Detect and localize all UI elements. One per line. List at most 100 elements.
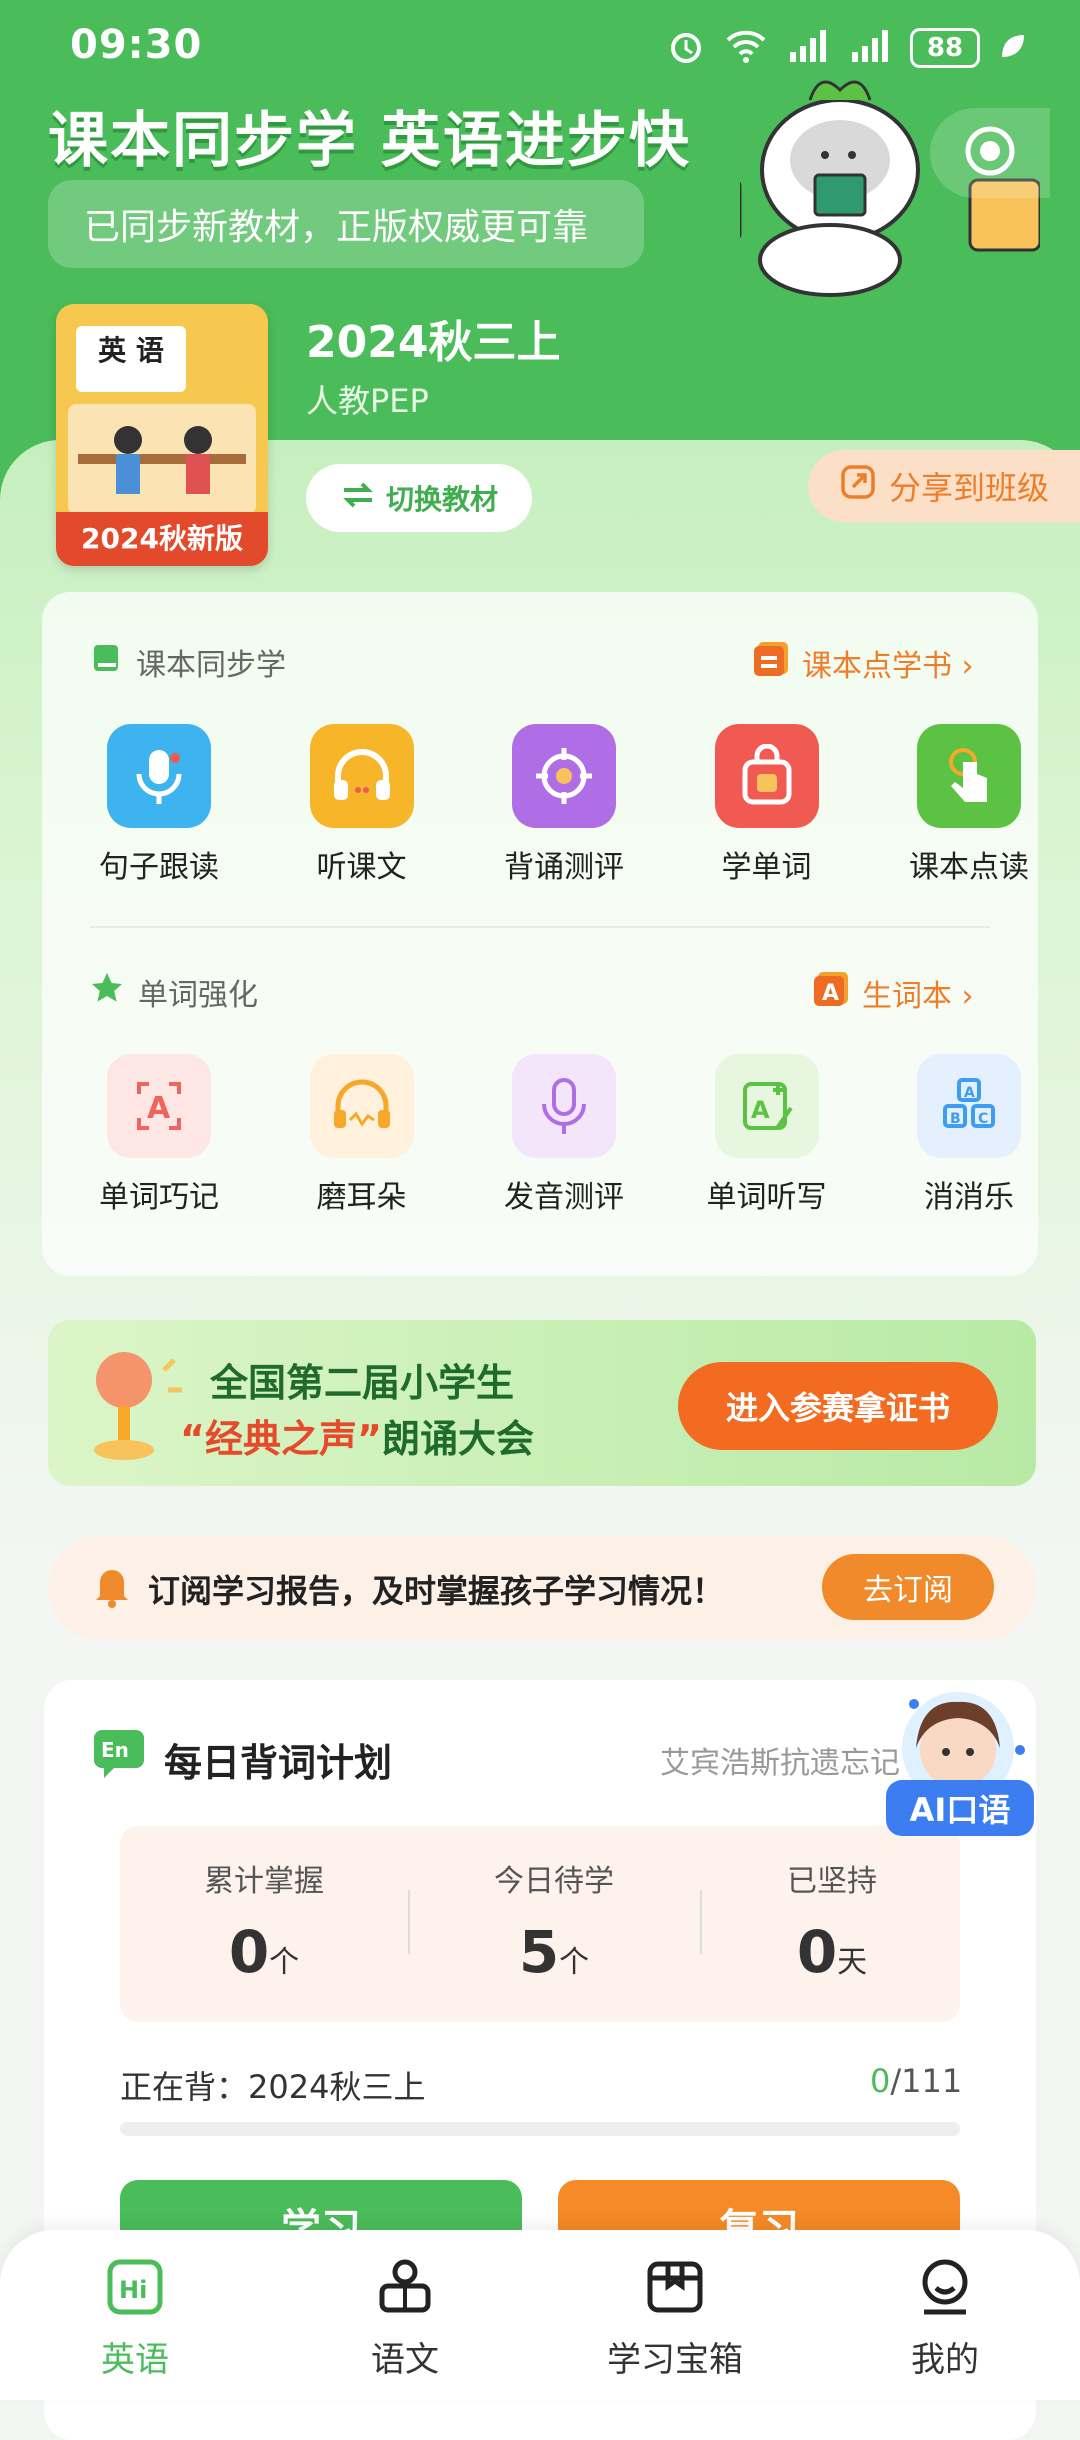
microphone-trophy-icon <box>64 1340 194 1474</box>
subtitle-pill: 已同步新教材，正版权威更可靠 <box>48 180 644 268</box>
nav-label: 学习宝箱 <box>607 2340 743 2380</box>
orange-book-icon <box>752 640 792 686</box>
banner-line-2-rest: 朗诵大会 <box>381 1417 534 1461</box>
nav-label: 英语 <box>101 2340 169 2380</box>
scan-icon <box>963 124 1017 182</box>
plan-title: 每日背词计划 <box>164 1741 393 1785</box>
stat-separator <box>700 1890 702 1954</box>
alarm-icon <box>666 26 706 70</box>
stat-separator <box>408 1890 410 1954</box>
en-chat-icon: En <box>90 1726 148 1784</box>
tile-match-game[interactable]: AB C 消消乐 <box>894 1054 1044 1216</box>
tile-ear-training[interactable]: 磨耳朵 <box>287 1054 437 1216</box>
svg-text:C: C <box>978 1111 988 1127</box>
stat-mastered: 累计掌握 0个 <box>144 1856 384 1986</box>
sync-grid: 句子跟读 听课文 背诵测评 学单词 课本点读 <box>84 724 1044 886</box>
progress-label: 正在背：2024秋三上 <box>120 2068 426 2106</box>
tile-label: 句子跟读 <box>99 850 219 885</box>
headline: 课本同步学 英语进步快 <box>48 106 691 176</box>
word-section-header: 单词强化 <box>90 970 258 1014</box>
tile-dictation[interactable]: A 单词听写 <box>692 1054 842 1216</box>
tap-finger-icon <box>917 724 1021 828</box>
cover-illustration <box>68 404 256 514</box>
swap-icon <box>340 480 376 517</box>
sync-section-title: 课本同步学 <box>136 648 286 683</box>
book-icon <box>90 642 122 682</box>
nav-chinese[interactable]: 语文 <box>305 2256 505 2381</box>
earphone-icon <box>309 1054 414 1158</box>
switch-textbook-label: 切换教材 <box>385 483 498 516</box>
new-words-link[interactable]: A 生词本 › <box>812 970 974 1016</box>
textbook-reader-link[interactable]: 课本点学书 › <box>752 640 974 686</box>
stat-value: 5 <box>518 1918 560 1986</box>
subscribe-button[interactable]: 去订阅 <box>822 1554 994 1620</box>
sync-section-header: 课本同步学 <box>90 640 286 684</box>
svg-text:A: A <box>147 1091 171 1126</box>
tile-label: 消消乐 <box>924 1180 1014 1215</box>
nav-treasure-box[interactable]: 学习宝箱 <box>575 2256 775 2381</box>
progress-total: /111 <box>890 2062 963 2100</box>
textbook-publisher: 人教PEP <box>306 382 429 420</box>
hi-book-icon: Hi <box>104 2256 166 2322</box>
svg-text:B: B <box>950 1111 961 1127</box>
tile-label: 发音测评 <box>504 1180 624 1215</box>
nav-profile[interactable]: 我的 <box>845 2256 1045 2381</box>
ai-speaking-badge[interactable]: AI口语 <box>886 1780 1034 1836</box>
progress-value: 0/111 <box>870 2062 962 2100</box>
progress-bar <box>120 2122 960 2136</box>
tile-sentence-follow[interactable]: 句子跟读 <box>84 724 234 886</box>
letter-a-badge-icon: A <box>812 970 852 1016</box>
textbook-title: 2024秋三上 <box>306 317 561 368</box>
svg-text:A: A <box>751 1096 770 1124</box>
progress-done: 0 <box>870 2062 891 2100</box>
tile-label: 单词巧记 <box>99 1180 219 1215</box>
plan-book-name[interactable]: 艾宾浩斯抗遗忘记 <box>660 1738 900 1782</box>
treasure-box-icon <box>644 2256 706 2322</box>
svg-text:Hi: Hi <box>119 2276 147 2304</box>
stat-unit: 个 <box>559 1945 590 1980</box>
headphones-icon <box>309 724 414 828</box>
textbook-cover[interactable]: 英 语 2024秋新版 <box>56 304 268 566</box>
nav-english[interactable]: Hi 英语 <box>35 2256 235 2381</box>
blocks-icon: AB C <box>917 1054 1021 1158</box>
share-to-class-button[interactable]: 分享到班级 <box>808 450 1080 522</box>
tile-label: 单词听写 <box>706 1180 827 1215</box>
tile-textbook-read[interactable]: 课本点读 <box>894 724 1044 886</box>
stat-label: 已坚持 <box>787 1864 877 1899</box>
stat-label: 今日待学 <box>494 1864 614 1899</box>
subscribe-text: 订阅学习报告，及时掌握孩子学习情况！ <box>148 1572 725 1610</box>
word-grid: A 单词巧记 磨耳朵 发音测评 A 单词听写 A B C 消消乐 <box>84 1054 1044 1216</box>
nav-label: 我的 <box>911 2340 979 2380</box>
tile-label: 听课文 <box>316 850 407 885</box>
tile-pronunciation[interactable]: 发音测评 <box>489 1054 639 1216</box>
stat-label: 累计掌握 <box>204 1864 324 1899</box>
stat-value: 0 <box>228 1918 270 1986</box>
status-time: 09:30 <box>70 22 203 68</box>
stat-value: 0 <box>796 1918 838 1986</box>
svg-text:En: En <box>101 1738 129 1762</box>
stat-today: 今日待学 5个 <box>434 1856 674 1986</box>
target-icon <box>512 724 616 828</box>
scan-button[interactable] <box>930 108 1050 198</box>
tile-learn-words[interactable]: 学单词 <box>692 724 842 886</box>
tile-recite-assess[interactable]: 背诵测评 <box>489 724 639 886</box>
textbook-reader-link-label: 课本点学书 › <box>802 649 974 684</box>
cover-edition-badge: 2024秋新版 <box>56 512 268 566</box>
share-label: 分享到班级 <box>888 469 1049 507</box>
tile-label: 磨耳朵 <box>316 1180 407 1215</box>
cover-title: 英 语 <box>76 326 186 392</box>
join-contest-button[interactable]: 进入参赛拿证书 <box>678 1362 998 1450</box>
stat-streak: 已坚持 0天 <box>712 1856 952 1986</box>
word-section-title: 单词强化 <box>138 978 258 1013</box>
svg-text:A: A <box>822 981 839 1006</box>
star-icon <box>90 971 124 1013</box>
share-icon <box>839 463 877 509</box>
word-bag-icon <box>714 724 819 828</box>
switch-textbook-button[interactable]: 切换教材 <box>306 464 532 532</box>
tile-listen-text[interactable]: 听课文 <box>287 724 437 886</box>
tile-label: 学单词 <box>721 850 812 885</box>
nav-label: 语文 <box>371 2340 439 2380</box>
microphone-icon <box>107 724 211 828</box>
banner-highlight: “经典之声” <box>180 1417 382 1461</box>
tile-word-memorize[interactable]: A 单词巧记 <box>84 1054 234 1216</box>
